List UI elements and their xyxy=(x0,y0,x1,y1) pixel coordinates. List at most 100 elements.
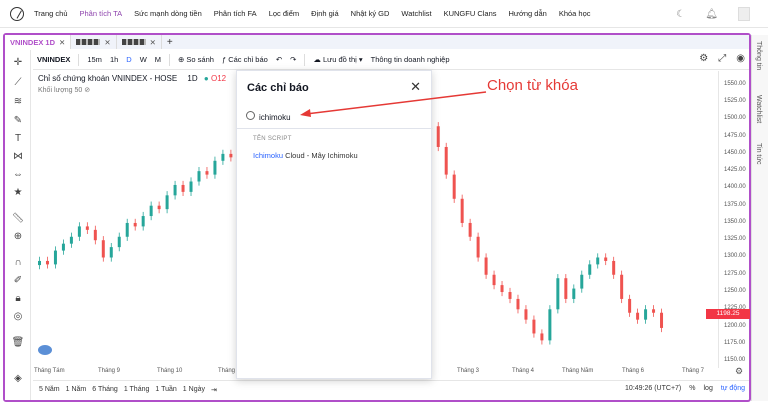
close-icon[interactable]: ✕ xyxy=(150,38,156,47)
candle xyxy=(660,312,664,328)
candle xyxy=(532,319,536,334)
nav-item-clans[interactable]: KUNGFU Clans xyxy=(444,9,497,18)
close-icon[interactable]: ✕ xyxy=(104,38,110,47)
fib-icon[interactable]: ≋ xyxy=(11,95,25,109)
clock-readout: 10:49:26 (UTC+7) xyxy=(625,385,682,392)
indicators-button[interactable]: ƒ Các chỉ báo xyxy=(222,55,268,64)
tab-label: VNINDEX 1D xyxy=(10,37,56,47)
avatar[interactable] xyxy=(738,7,750,21)
chart-toolbar: VNINDEX 15m 1h D W M ⊕ So sánh ƒ Các chỉ… xyxy=(33,50,749,70)
nav-item-valuation[interactable]: Định giá xyxy=(311,9,339,18)
compare-button[interactable]: ⊕ So sánh xyxy=(178,55,214,64)
tab-2[interactable]: ✕ xyxy=(71,35,117,49)
ruler-icon[interactable]: 📏︎ xyxy=(11,212,25,226)
zoom-in-icon[interactable]: ⊕ xyxy=(11,230,25,244)
candle xyxy=(452,174,456,199)
candle xyxy=(69,236,73,244)
interval-1h[interactable]: 1h xyxy=(110,55,118,64)
axis-settings-icon[interactable]: ⚙ xyxy=(735,366,743,377)
range-1y[interactable]: 1 Năm xyxy=(66,386,87,393)
nav-item-money-flow[interactable]: Sức mạnh dòng tiền xyxy=(134,9,202,18)
y-tick-label: 1150.00 xyxy=(724,357,746,364)
fullscreen-icon[interactable]: ⤢ xyxy=(718,53,726,64)
eye-off-icon[interactable]: ⊘ xyxy=(84,87,90,94)
symbol-search[interactable]: VNINDEX xyxy=(37,55,70,64)
brush-icon[interactable]: ✎ xyxy=(11,114,25,128)
indicator-result-ichimoku[interactable]: Ichimoku Cloud - Mây Ichimoku xyxy=(253,151,358,160)
nav-item-fa[interactable]: Phân tích FA xyxy=(214,9,257,18)
candle xyxy=(133,222,137,227)
volume-legend: Khối lượng 50 ⊘ xyxy=(38,86,90,94)
trend-line-icon[interactable]: ⟋ xyxy=(11,76,25,90)
range-1w[interactable]: 1 Tuần xyxy=(155,386,176,393)
y-tick-label: 1475.00 xyxy=(724,132,746,139)
candle xyxy=(436,126,440,147)
close-icon[interactable]: ✕ xyxy=(59,38,65,47)
right-panel-news[interactable]: Tin tức xyxy=(755,143,762,165)
x-tick-label: Tháng Tám xyxy=(34,368,65,374)
auto-toggle[interactable]: tự động xyxy=(721,385,745,392)
star-icon[interactable]: ★ xyxy=(11,186,25,200)
lock-drawing-icon[interactable]: ✐ xyxy=(11,274,25,288)
candle xyxy=(596,257,600,265)
interval-15m[interactable]: 15m xyxy=(87,55,102,64)
measure-range-icon[interactable]: ⇔ xyxy=(11,168,25,182)
interval-w[interactable]: W xyxy=(140,55,147,64)
top-nav: Trang chủ Phân tích TA Sức mạnh dòng tiề… xyxy=(0,0,768,28)
camera-icon[interactable]: ◉ xyxy=(736,53,745,64)
magnet-icon[interactable]: ∩ xyxy=(11,256,25,270)
logo-icon[interactable] xyxy=(10,6,24,21)
save-layout-button[interactable]: ☁ Lưu đồ thị ▾ xyxy=(313,55,362,64)
log-toggle[interactable]: log xyxy=(704,385,713,392)
interval-m[interactable]: M xyxy=(155,55,161,64)
y-tick-label: 1175.00 xyxy=(724,339,746,346)
y-tick-label: 1500.00 xyxy=(724,115,746,122)
nav-item-ta[interactable]: Phân tích TA xyxy=(80,9,123,18)
add-tab-button[interactable]: + xyxy=(162,35,178,49)
gear-icon[interactable]: ⚙ xyxy=(699,53,708,64)
candle xyxy=(628,298,632,313)
x-tick-label: Tháng 3 xyxy=(457,368,480,374)
nav-item-course[interactable]: Khóa học xyxy=(559,9,591,18)
y-tick-label: 1375.00 xyxy=(724,201,746,208)
crosshair-icon[interactable]: ✛ xyxy=(11,56,25,70)
right-panel-watchlist[interactable]: Watchlist xyxy=(755,95,762,123)
tab-3[interactable]: ✕ xyxy=(117,35,162,49)
eye-icon[interactable]: ◎ xyxy=(11,310,25,324)
undo-button[interactable]: ↶ xyxy=(276,55,282,64)
right-panel-info[interactable]: Thông tin xyxy=(755,41,762,70)
nav-item-home[interactable]: Trang chủ xyxy=(34,9,68,18)
goto-date-icon[interactable]: ⇥ xyxy=(211,386,217,394)
range-1m[interactable]: 1 Tháng xyxy=(124,386,150,393)
company-info-button[interactable]: Thông tin doanh nghiệp xyxy=(371,55,450,64)
nav-item-guide[interactable]: Hướng dẫn xyxy=(509,9,547,18)
x-tick-label: Tháng 9 xyxy=(98,368,121,374)
layers-icon[interactable]: ◈ xyxy=(11,372,25,386)
nav-item-filter[interactable]: Lọc điểm xyxy=(269,9,299,18)
text-icon[interactable]: T xyxy=(11,132,25,146)
percent-toggle[interactable]: % xyxy=(689,385,695,392)
candle xyxy=(53,250,57,265)
trash-icon[interactable]: 🗑︎ xyxy=(11,336,25,350)
x-tick-label: Tháng Năm xyxy=(562,368,594,374)
chart-title: Chỉ số chứng khoán VNINDEX - HOSE 1D ● O… xyxy=(38,74,226,83)
bell-icon[interactable]: 🔔︎ xyxy=(705,9,718,20)
tab-vnindex[interactable]: VNINDEX 1D ✕ xyxy=(5,35,72,49)
range-5y[interactable]: 5 Năm xyxy=(39,386,60,393)
pattern-icon[interactable]: ⋈ xyxy=(11,150,25,164)
nav-item-journal[interactable]: Nhật ký GD xyxy=(351,9,390,18)
candle xyxy=(620,274,624,299)
nav-item-watchlist[interactable]: Watchlist xyxy=(401,9,431,18)
candle xyxy=(548,309,552,341)
lock-icon[interactable]: 🔒︎ xyxy=(11,292,25,306)
redo-button[interactable]: ↷ xyxy=(290,55,296,64)
range-1d[interactable]: 1 Ngày xyxy=(183,386,205,393)
dark-mode-icon[interactable]: ☾ xyxy=(676,9,685,20)
candle xyxy=(580,274,584,289)
range-6m[interactable]: 6 Tháng xyxy=(92,386,118,393)
candle xyxy=(556,278,560,310)
cloud-sync-icon[interactable] xyxy=(38,345,52,355)
interval-d[interactable]: D xyxy=(126,55,131,64)
x-tick-label: Tháng 4 xyxy=(512,368,535,374)
y-tick-label: 1425.00 xyxy=(724,167,746,174)
